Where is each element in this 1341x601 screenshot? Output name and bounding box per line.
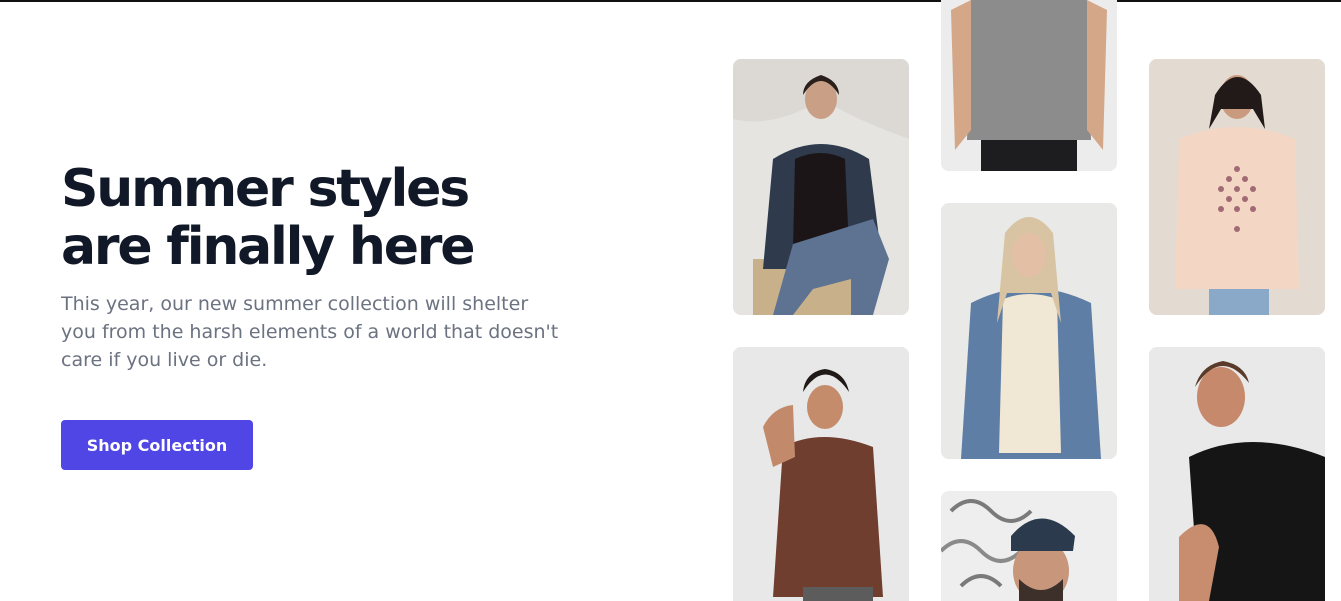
top-border <box>0 0 1341 2</box>
woman-denim-jacket-photo <box>733 59 909 315</box>
product-image-man-black-tee[interactable] <box>1149 347 1325 601</box>
shop-collection-button[interactable]: Shop Collection <box>61 420 253 470</box>
hero-headline: Summer styles are finally here <box>61 160 581 276</box>
hero-copy: Summer styles are finally here This year… <box>61 160 581 374</box>
man-black-tee-photo <box>1149 347 1325 601</box>
headline-line-2: are finally here <box>61 217 476 277</box>
hero-description: This year, our new summer collection wil… <box>61 293 559 371</box>
man-grey-tee-photo <box>941 0 1117 171</box>
product-image-man-brown-tee[interactable] <box>733 347 909 601</box>
product-image-woman-peach-tee[interactable] <box>1149 59 1325 315</box>
product-image-blonde-woman-denim[interactable] <box>941 203 1117 459</box>
product-image-woman-denim-jacket[interactable] <box>733 59 909 315</box>
blonde-woman-denim-photo <box>941 203 1117 459</box>
headline-line-1: Summer styles <box>61 159 470 219</box>
woman-peach-tee-photo <box>1149 59 1325 315</box>
man-brown-tee-photo <box>733 347 909 601</box>
product-image-man-grey-tee[interactable] <box>941 0 1117 171</box>
man-beanie-photo <box>941 491 1117 601</box>
product-image-man-beanie[interactable] <box>941 491 1117 601</box>
